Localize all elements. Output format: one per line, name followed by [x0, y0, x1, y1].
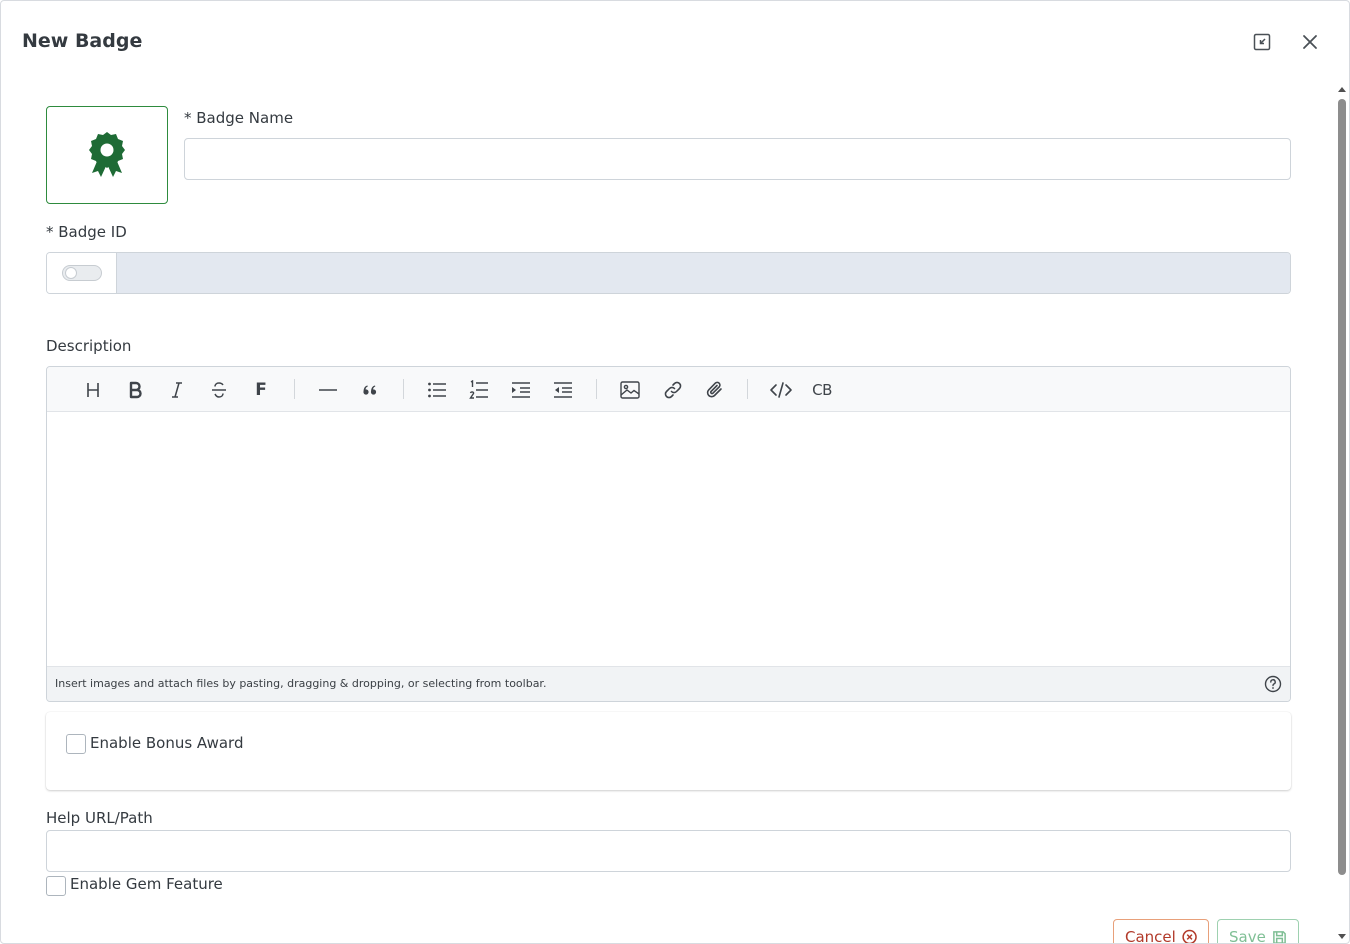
bullet-list-button[interactable]	[425, 378, 449, 402]
enable-bonus-award-checkbox[interactable]	[66, 734, 86, 754]
quote-button[interactable]	[358, 378, 382, 402]
code-block-label: CB	[812, 381, 832, 399]
badge-id-input[interactable]	[117, 253, 1290, 293]
close-button[interactable]	[1298, 30, 1322, 54]
badge-name-input[interactable]	[184, 138, 1291, 180]
attach-button[interactable]	[703, 378, 727, 402]
help-url-input[interactable]	[46, 830, 1291, 872]
toolbar-separator	[596, 379, 597, 399]
outdent-icon	[554, 382, 572, 398]
font-button[interactable]: F	[249, 378, 273, 402]
image-button[interactable]	[618, 378, 642, 402]
italic-icon	[172, 382, 182, 398]
badge-id-label: * Badge ID	[46, 223, 127, 241]
outdent-button[interactable]	[551, 378, 575, 402]
badge-id-auto-toggle[interactable]	[61, 265, 102, 281]
description-label: Description	[46, 337, 132, 355]
font-button-label: F	[255, 380, 267, 400]
horizontal-rule-button[interactable]	[316, 378, 340, 402]
save-button-label: Save	[1229, 928, 1266, 944]
numbered-list-icon	[469, 380, 488, 399]
toolbar-separator	[403, 379, 404, 399]
modal-title: New Badge	[22, 30, 143, 52]
code-icon	[770, 382, 792, 398]
code-button[interactable]	[769, 378, 793, 402]
badge-image-picker[interactable]	[46, 106, 168, 204]
help-icon[interactable]	[1264, 675, 1282, 693]
heading-icon	[87, 383, 99, 397]
toolbar-separator	[747, 379, 748, 399]
editor-content-area[interactable]	[47, 412, 1290, 666]
strikethrough-icon	[212, 382, 226, 398]
enable-gem-feature-label: Enable Gem Feature	[70, 875, 223, 893]
minimize-button[interactable]	[1250, 30, 1274, 54]
scroll-thumb[interactable]	[1338, 99, 1346, 875]
badge-id-group	[46, 252, 1291, 294]
toggle-knob	[64, 267, 77, 279]
link-icon	[664, 381, 682, 399]
help-url-label: Help URL/Path	[46, 809, 153, 827]
new-badge-modal: New Badge * Badge Name * Badge ID Descri…	[0, 0, 1350, 944]
heading-button[interactable]	[81, 378, 105, 402]
close-icon	[1303, 35, 1317, 49]
editor-footer: Insert images and attach files by pastin…	[47, 666, 1290, 701]
badge-name-label: * Badge Name	[184, 109, 294, 127]
bullet-list-icon	[428, 382, 446, 398]
image-icon	[620, 381, 640, 399]
cancel-button[interactable]: Cancel	[1113, 919, 1209, 944]
badge-id-toggle-cell	[47, 253, 117, 293]
editor-footer-hint: Insert images and attach files by pastin…	[55, 677, 547, 690]
description-editor: F CB Insert images and attach files by p…	[46, 366, 1291, 702]
bonus-award-card: Enable Bonus Award	[46, 712, 1291, 790]
cancel-circle-icon	[1182, 929, 1197, 943]
enable-bonus-award-label: Enable Bonus Award	[90, 734, 244, 752]
indent-button[interactable]	[509, 378, 533, 402]
minimize-window-icon	[1253, 33, 1271, 51]
code-block-button[interactable]: CB	[810, 378, 834, 402]
horizontal-rule-icon	[319, 389, 337, 391]
strikethrough-button[interactable]	[207, 378, 231, 402]
cancel-button-label: Cancel	[1125, 928, 1176, 944]
attach-icon	[706, 381, 722, 398]
italic-button[interactable]	[165, 378, 189, 402]
vertical-scrollbar[interactable]	[1335, 85, 1349, 943]
toolbar-separator	[294, 379, 295, 399]
quote-icon	[363, 385, 377, 395]
numbered-list-button[interactable]	[467, 378, 491, 402]
bold-icon	[129, 381, 142, 399]
save-icon	[1272, 930, 1286, 943]
editor-toolbar: F CB	[47, 367, 1290, 412]
scroll-up-arrow[interactable]	[1338, 87, 1346, 92]
scroll-down-arrow[interactable]	[1338, 934, 1346, 939]
bold-button[interactable]	[123, 378, 147, 402]
save-button[interactable]: Save	[1217, 919, 1299, 944]
enable-gem-feature-checkbox[interactable]	[46, 876, 66, 896]
link-button[interactable]	[661, 378, 685, 402]
indent-icon	[512, 382, 530, 398]
award-badge-icon	[89, 132, 125, 177]
